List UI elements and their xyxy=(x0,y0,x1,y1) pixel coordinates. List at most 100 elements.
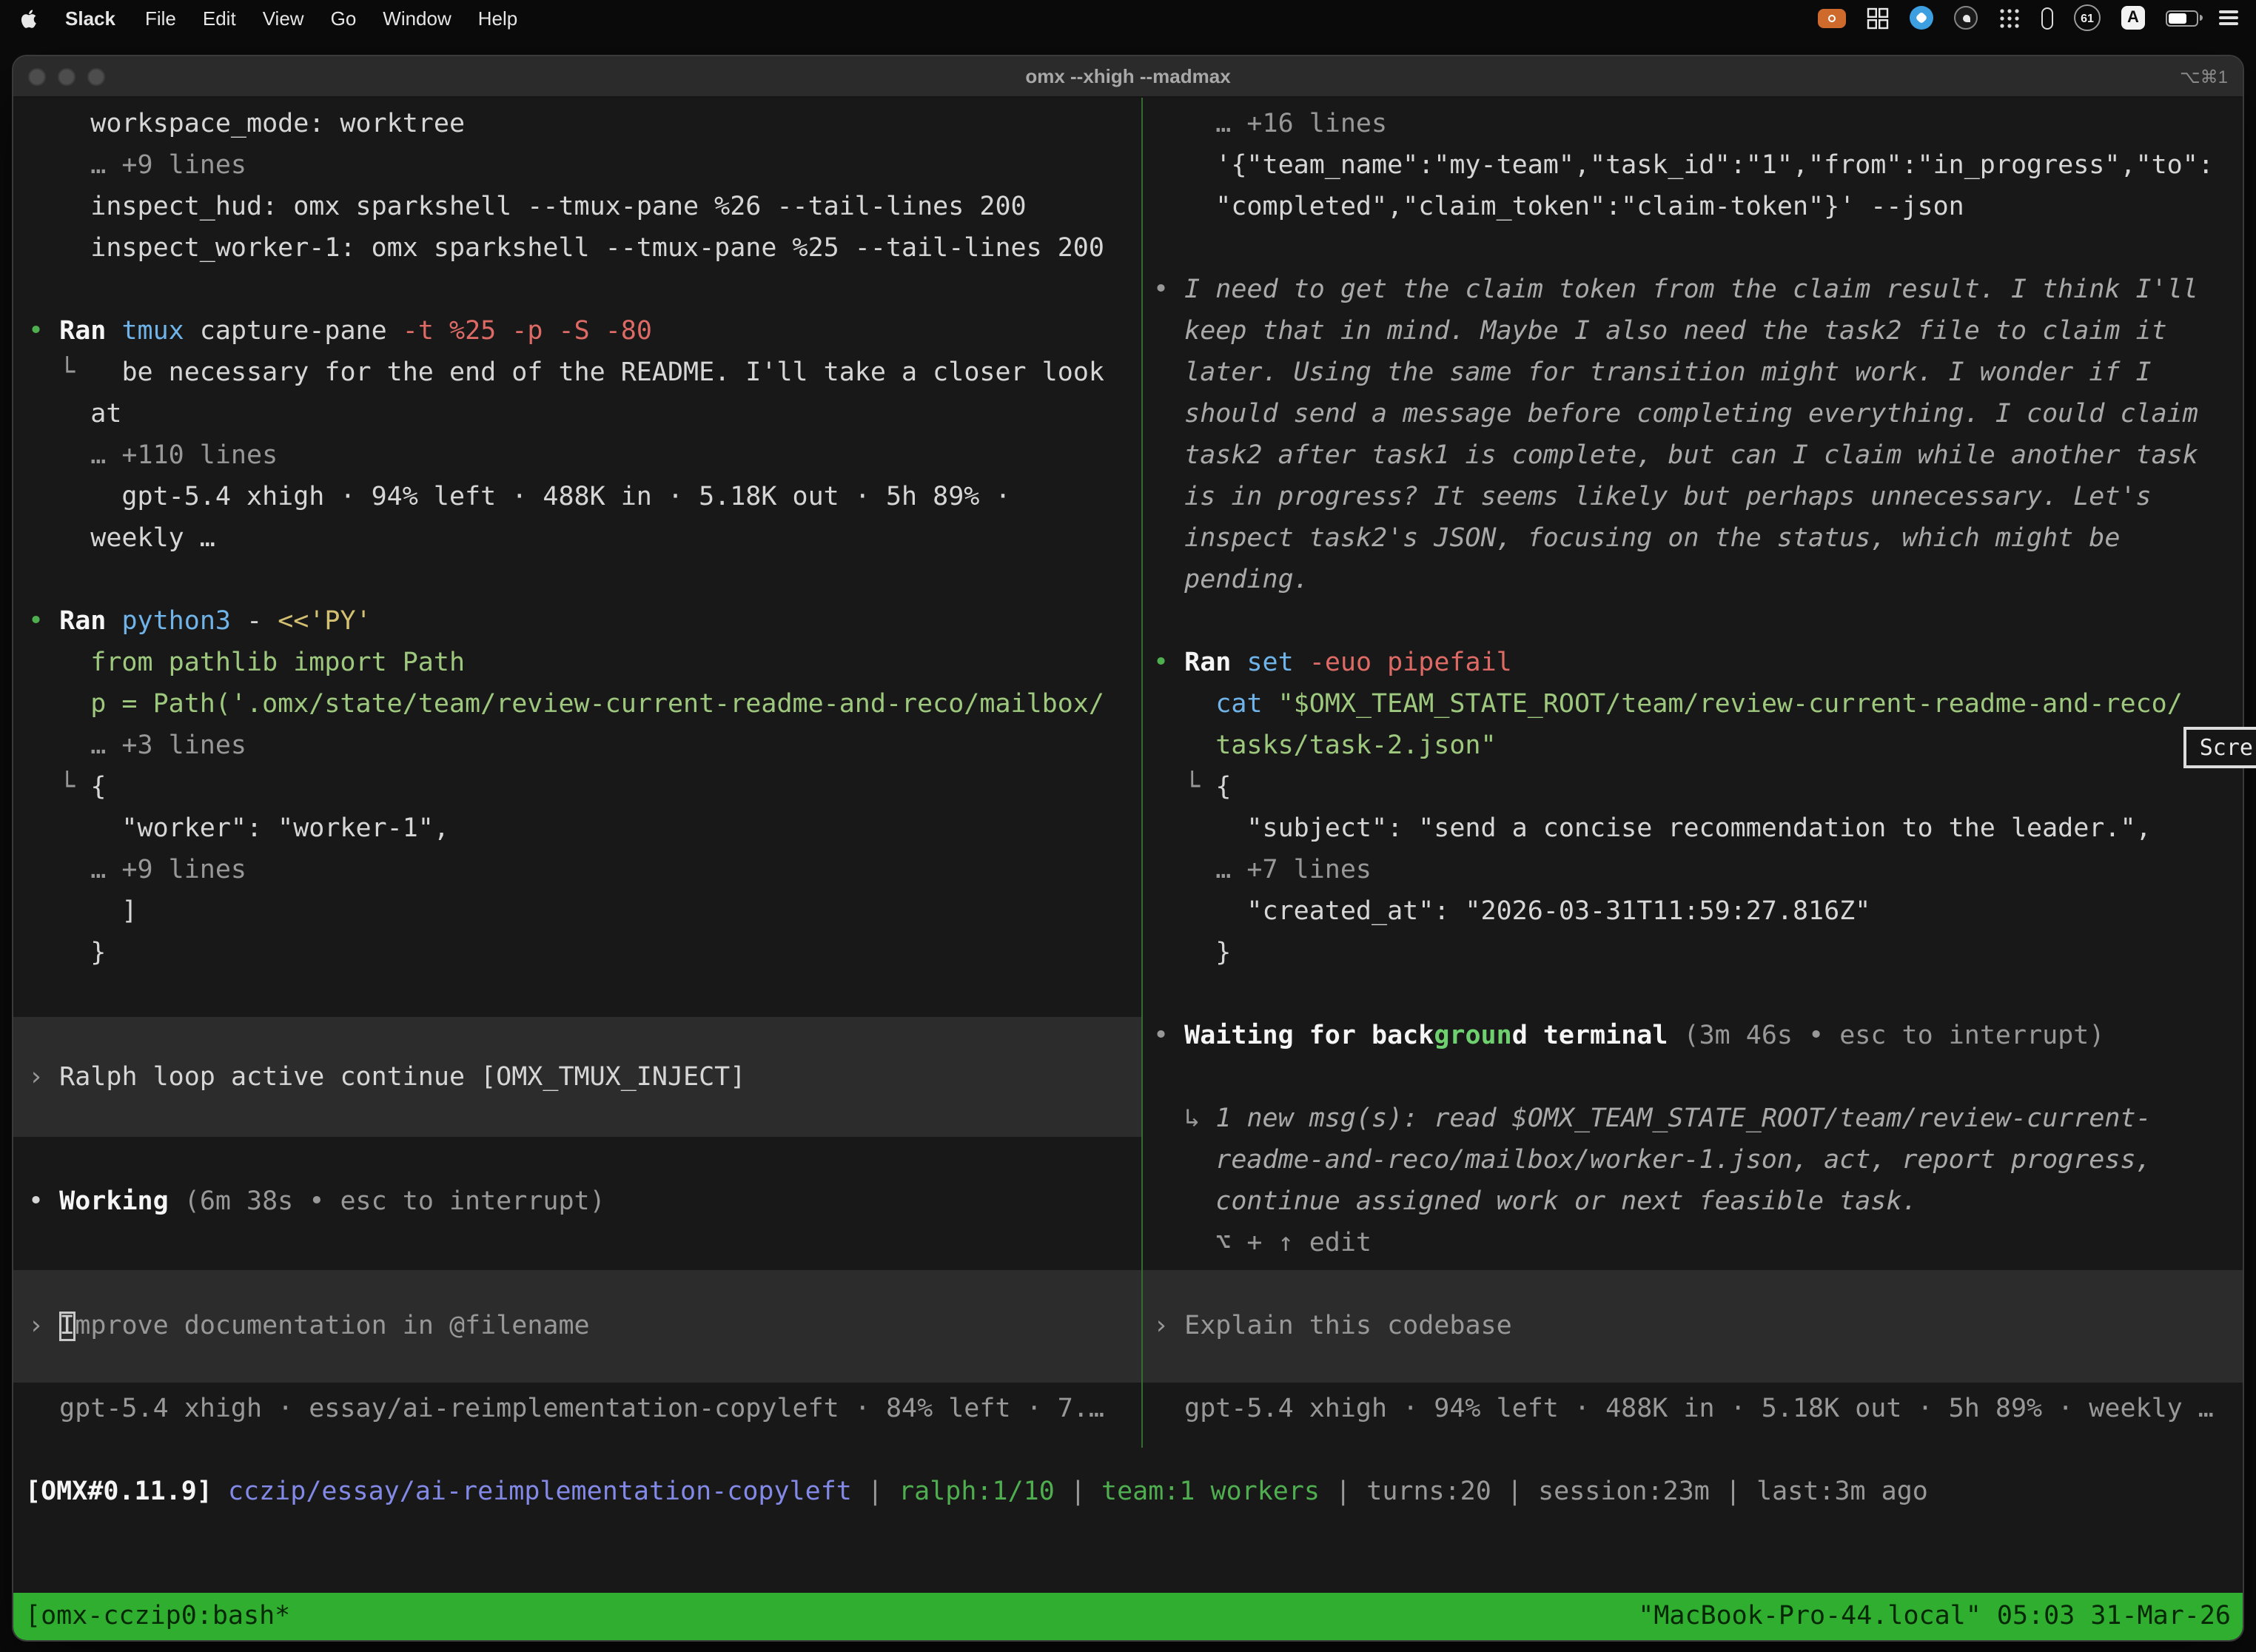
app-icon-dark[interactable] xyxy=(1954,6,1978,30)
text-segment: tasks/task-2.json" xyxy=(1153,731,1497,761)
tmux-session-label: [omx-cczip0:bash* xyxy=(25,1602,290,1631)
app-icon-blue[interactable] xyxy=(1910,6,1933,30)
text-segment: ⌥ + ↑ edit xyxy=(1153,1229,1372,1258)
text-segment: weekly … xyxy=(28,524,215,554)
text-segment: | xyxy=(1710,1477,1756,1507)
text-segment: gpt-5.4 xhigh · essay/ai-reimplementatio… xyxy=(28,1394,1104,1424)
text-segment: inspect_hud: omx sparkshell --tmux-pane … xyxy=(28,192,1027,222)
text-segment: tmux xyxy=(121,317,199,346)
menu-item-view[interactable]: View xyxy=(249,7,318,29)
terminal-line: } xyxy=(1143,933,2243,974)
text-segment: d terminal xyxy=(1512,1021,1684,1051)
terminal-line: at xyxy=(13,394,1141,435)
blank-line xyxy=(13,560,1141,601)
text-segment: • xyxy=(28,1187,59,1217)
text-segment: - xyxy=(246,607,278,637)
terminal-line: … +9 lines xyxy=(13,145,1141,187)
blank-line xyxy=(1143,1383,2243,1389)
text-segment: python3 xyxy=(121,607,246,637)
terminal-line: readme-and-reco/mailbox/worker-1.json, a… xyxy=(1143,1140,2243,1181)
terminal-line: … +110 lines xyxy=(13,435,1141,477)
text-segment: › xyxy=(28,1312,59,1341)
list-icon[interactable] xyxy=(2219,10,2238,25)
battery-percent-icon[interactable]: 61 xyxy=(2074,4,2101,31)
menu-item-go[interactable]: Go xyxy=(318,7,370,29)
apple-menu-icon[interactable] xyxy=(18,7,40,29)
text-segment: … +16 lines xyxy=(1153,110,1387,139)
dots-grid-icon[interactable] xyxy=(1998,7,2021,29)
blank-line xyxy=(1143,1057,2243,1098)
waiting-status-line: • Waiting for background terminal (3m 46… xyxy=(1143,1015,2243,1057)
text-segment: … +110 lines xyxy=(28,441,278,471)
battery-icon[interactable] xyxy=(2166,10,2198,26)
text-segment: groun xyxy=(1434,1021,1511,1051)
terminal-line: tasks/task-2.json" xyxy=(1143,725,2243,767)
terminal-line: └ { xyxy=(1143,767,2243,808)
text-segment: "subject": "send a concise recommendatio… xyxy=(1153,814,2152,844)
terminal-line: weekly … xyxy=(13,518,1141,560)
blank-line xyxy=(13,1383,1141,1389)
terminal-line: … +7 lines xyxy=(1143,850,2243,891)
text-segment: › xyxy=(1153,1312,1184,1341)
traffic-lights xyxy=(13,67,105,85)
text-segment: I xyxy=(59,1312,75,1341)
zoom-button[interactable] xyxy=(87,67,105,85)
text-segment xyxy=(1153,690,1215,719)
text-segment: (3m 46s • esc to interrupt) xyxy=(1684,1021,2105,1051)
assistant-a-icon[interactable]: A xyxy=(2121,6,2145,30)
text-segment: gpt-5.4 xhigh · 94% left · 488K in · 5.1… xyxy=(1153,1394,2214,1424)
app-menu-slack[interactable]: Slack xyxy=(52,7,129,29)
composer-input[interactable]: › Explain this codebase xyxy=(1143,1270,2243,1383)
text-segment: { xyxy=(1215,773,1231,802)
terminal-line: "completed","claim_token":"claim-token"}… xyxy=(1143,187,2243,228)
text-segment xyxy=(212,1477,228,1507)
menu-item-file[interactable]: File xyxy=(132,7,189,29)
minimize-button[interactable] xyxy=(58,67,75,85)
screen-recording-icon[interactable] xyxy=(1818,8,1846,27)
window-shortcut-badge: ⌥⌘1 xyxy=(2180,66,2228,87)
terminal-line: └ { xyxy=(13,767,1141,808)
text-segment: Ran xyxy=(59,607,121,637)
tmux-pane-right[interactable]: … +16 lines '{"team_name":"my-team","tas… xyxy=(1143,104,2243,1448)
terminal-line: cat "$OMX_TEAM_STATE_ROOT/team/review-cu… xyxy=(1143,684,2243,725)
tmux-pane-left[interactable]: workspace_mode: worktree … +9 lines insp… xyxy=(13,104,1141,1448)
terminal-line: • I need to get the claim token from the… xyxy=(1143,269,2243,311)
key-icon[interactable] xyxy=(2041,7,2053,29)
text-segment: Ran xyxy=(1184,648,1246,678)
terminal-line: … +16 lines xyxy=(1143,104,2243,145)
menu-item-window[interactable]: Window xyxy=(369,7,465,29)
composer-input[interactable]: › Improve documentation in @filename xyxy=(13,1270,1141,1383)
text-segment: └ xyxy=(28,773,90,802)
menu-bar: Slack FileEditViewGoWindowHelp 61 A xyxy=(0,0,2256,36)
terminal-content: workspace_mode: worktree … +9 lines insp… xyxy=(13,98,2243,1448)
menu-item-help[interactable]: Help xyxy=(465,7,531,29)
text-segment: | xyxy=(1055,1477,1101,1507)
terminal-line: … +3 lines xyxy=(13,725,1141,767)
ralph-loop-message[interactable]: › Ralph loop active continue [OMX_TMUX_I… xyxy=(13,1017,1141,1137)
terminal-line: workspace_mode: worktree xyxy=(13,104,1141,145)
text-segment: › xyxy=(28,1062,59,1092)
grid-icon[interactable] xyxy=(1867,7,1889,29)
text-segment: pending. xyxy=(1153,565,1309,595)
text-segment: Waiting for back xyxy=(1184,1021,1434,1051)
terminal-line: └ be necessary for the end of the README… xyxy=(13,352,1141,394)
window-title-bar[interactable]: omx --xhigh --madmax ⌥⌘1 xyxy=(13,56,2243,98)
text-segment: set xyxy=(1246,648,1309,678)
record-dot-icon xyxy=(1828,14,1836,21)
text-segment: • xyxy=(1153,648,1184,678)
text-segment: … +7 lines xyxy=(1153,856,1372,885)
menu-items: FileEditViewGoWindowHelp xyxy=(132,7,531,29)
terminal-line: keep that in mind. Maybe I also need the… xyxy=(1143,311,2243,352)
text-segment: inspect task2's JSON, focusing on the st… xyxy=(1153,524,2120,554)
text-segment: ↳ xyxy=(1153,1104,1215,1134)
menu-item-edit[interactable]: Edit xyxy=(189,7,249,29)
text-segment: be necessary for the end of the README. … xyxy=(121,358,1104,388)
text-segment: └ xyxy=(28,358,121,388)
text-segment: cczip/essay/ai-reimplementation-copyleft xyxy=(228,1477,852,1507)
close-button[interactable] xyxy=(28,67,46,85)
text-segment: -euo pipefail xyxy=(1309,648,1512,678)
terminal-line: from pathlib import Path xyxy=(13,642,1141,684)
text-segment: mprove documentation in @filename xyxy=(75,1312,589,1341)
blank-line xyxy=(1143,228,2243,269)
omx-status-line: [OMX#0.11.9] cczip/essay/ai-reimplementa… xyxy=(13,1471,2243,1513)
